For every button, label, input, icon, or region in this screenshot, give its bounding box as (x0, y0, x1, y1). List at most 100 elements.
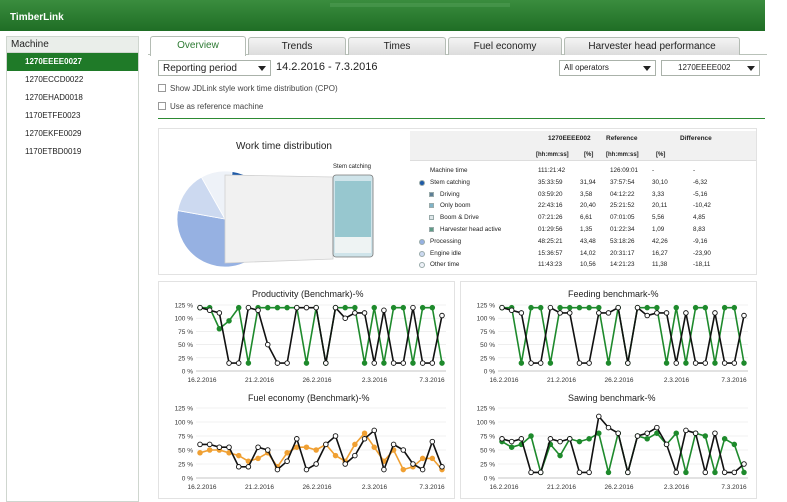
data-point (663, 310, 670, 316)
cell-ref-pct: 30,10 (652, 178, 668, 186)
x-tick-label: 26.2.2016 (303, 377, 332, 384)
data-point (625, 360, 631, 366)
data-point (654, 310, 660, 316)
data-point (741, 360, 747, 366)
data-point (692, 430, 699, 436)
y-tick-label: 50 % (178, 342, 193, 349)
reference-checkbox-row[interactable]: Use as reference machine (158, 102, 263, 111)
x-tick-label: 2.3.2016 (362, 377, 388, 384)
cell-ref-time: 37:57:54 (610, 178, 635, 186)
sidebar-item-machine[interactable]: 1270EKFE0029 (7, 125, 138, 143)
data-point (508, 307, 515, 314)
data-point (576, 469, 583, 476)
cell-diff: 8,83 (693, 226, 706, 233)
data-point (352, 310, 358, 316)
tab-fuel-economy[interactable]: Fuel economy (448, 37, 562, 55)
cell-time: 11:43:23 (538, 261, 563, 269)
data-point (216, 326, 223, 332)
cell-ref-time: 07:01:05 (610, 214, 635, 222)
tab-trends[interactable]: Trends (248, 37, 346, 55)
reporting-period-select[interactable]: Reporting period (158, 60, 271, 76)
y-tick-label: 0 % (182, 369, 193, 376)
cell-diff: 4,85 (693, 214, 706, 222)
date-range: 14.2.2016 - 7.3.2016 (276, 61, 378, 73)
sidebar-item-machine[interactable]: 1270ECCD0022 (7, 71, 138, 89)
y-tick-label: 25 % (178, 462, 193, 469)
data-point (439, 464, 445, 470)
legend-marker-icon (419, 262, 425, 269)
cell-ref-time: 20:31:17 (610, 249, 635, 257)
data-point (429, 360, 436, 366)
data-point (702, 304, 709, 311)
sidebar-header: Machine (7, 37, 138, 53)
data-point (673, 360, 679, 366)
cell-name: Boom & Drive (440, 214, 479, 222)
x-tick-label: 26.2.2016 (605, 484, 634, 491)
data-point (683, 310, 689, 316)
data-point (197, 441, 203, 448)
data-point (673, 469, 679, 476)
y-tick-label: 100 % (175, 316, 194, 323)
data-point (576, 360, 583, 366)
data-point (499, 304, 505, 311)
jdlink-checkbox[interactable] (158, 84, 166, 92)
tab-harvester-head-performance[interactable]: Harvester head performance (564, 37, 740, 55)
sidebar-item-machine[interactable]: 1170ETBD0019 (7, 143, 138, 161)
x-tick-label: 21.2.2016 (245, 377, 274, 384)
data-point (400, 466, 407, 473)
data-point (567, 310, 573, 316)
data-point (255, 307, 261, 314)
data-point (284, 304, 290, 311)
cell-pct: 31,94 (580, 178, 596, 186)
reference-checkbox[interactable] (158, 102, 166, 110)
data-point (576, 304, 583, 311)
sidebar-item-machine[interactable]: 1270EHAD0018 (7, 89, 138, 107)
data-point (721, 360, 728, 366)
data-point (557, 304, 563, 311)
sidebar-item-machine[interactable]: 1270EEEE0027 (7, 53, 138, 71)
data-point (332, 452, 339, 459)
x-tick-label: 16.2.2016 (490, 377, 519, 384)
data-point (419, 360, 426, 366)
data-point (625, 469, 631, 476)
data-point (605, 469, 612, 476)
data-point (712, 469, 718, 476)
jdlink-checkbox-row[interactable]: Show JDLink style work time distribution… (158, 84, 338, 93)
data-point (361, 430, 368, 436)
machine-select[interactable]: 1270EEEE002 (661, 60, 760, 76)
main-content: Overview Trends Times Fuel economy Harve… (148, 36, 767, 502)
legend-marker-icon (419, 238, 425, 245)
data-point (605, 424, 612, 431)
data-point (537, 304, 544, 311)
data-point (557, 310, 563, 316)
chevron-down-icon (747, 66, 755, 71)
series-line (501, 306, 745, 364)
y-tick-label: 75 % (178, 329, 193, 336)
data-point (226, 444, 232, 450)
sidebar-item-machine[interactable]: 1170ETFE0023 (7, 107, 138, 125)
data-point (206, 441, 213, 448)
tab-times[interactable]: Times (348, 37, 446, 55)
y-tick-label: 125 % (175, 303, 194, 310)
data-point (518, 310, 525, 316)
chevron-down-icon (258, 66, 266, 71)
cell-ref-pct: 5,56 (652, 214, 665, 222)
y-tick-label: 75 % (480, 329, 495, 336)
data-point (303, 466, 310, 473)
cell-time: 01:29:56 (538, 226, 563, 233)
stem-catching-bar-fill (335, 181, 371, 237)
data-point (265, 447, 271, 453)
tab-overview[interactable]: Overview (150, 36, 246, 56)
stem-catching-bar-rest (335, 237, 371, 253)
data-point (702, 469, 709, 476)
data-point (342, 461, 348, 467)
data-point (216, 310, 223, 316)
y-tick-label: 0 % (182, 476, 193, 483)
data-point (596, 413, 602, 420)
x-tick-label: 16.2.2016 (188, 377, 217, 384)
data-point (557, 438, 563, 445)
data-point (528, 360, 534, 366)
table-row: Machine time 111:21:42 126:09:01 - - (410, 167, 756, 177)
data-point (439, 360, 445, 366)
operators-select[interactable]: All operators (559, 60, 656, 76)
